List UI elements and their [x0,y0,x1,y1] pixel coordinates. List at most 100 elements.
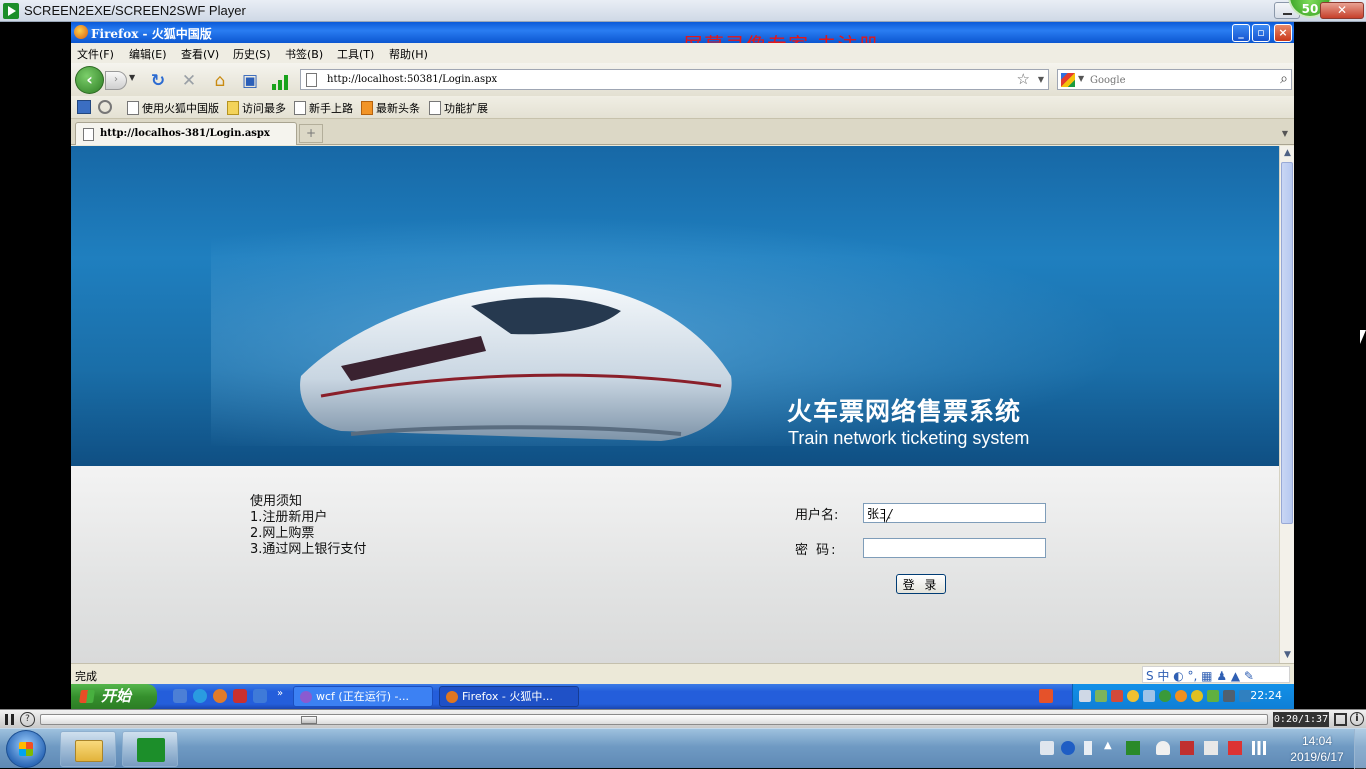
url-text[interactable]: http://localhost:50381/Login.aspx [327,74,497,85]
show-hidden-icons[interactable]: ▲ [1104,740,1112,751]
sidebar-icon[interactable] [77,100,91,114]
menu-bookmarks[interactable]: 书签(B) [285,46,323,62]
taskbar-task-wcf[interactable]: wcf (正在运行) -... [293,686,433,707]
url-bar[interactable]: http://localhost:50381/Login.aspx ☆ ▼ [300,69,1049,90]
home-icon[interactable]: ⌂ [210,71,230,91]
quicklaunch-ie-icon[interactable] [193,689,207,703]
vertical-scrollbar[interactable]: ▲ ▼ [1279,146,1294,663]
page-content: 火车票网络售票系统 Train network ticketing system… [71,146,1279,663]
navigation-toolbar: ‹ › ▼ ↻ ✕ ⌂ ▣ http://localhost:50381/Log… [71,63,1294,96]
menu-edit[interactable]: 编辑(E) [129,46,167,62]
bookmark-item[interactable]: 使用火狐中国版 [126,100,219,116]
about-button[interactable]: ? [20,712,35,727]
quicklaunch-app-icon[interactable] [253,689,267,703]
firefox-minimize-button[interactable]: _ [1232,24,1250,42]
signal-icon[interactable] [1252,741,1266,755]
quicklaunch-desktop-icon[interactable] [173,689,187,703]
google-icon[interactable] [1061,73,1075,87]
tray-icon[interactable] [1111,690,1123,702]
search-magnifier-icon[interactable]: ⌕ [1280,71,1288,87]
xp-start-button[interactable]: 开始 [71,684,157,709]
firefox-maximize-button[interactable]: ▫ [1252,24,1270,42]
scroll-down-icon[interactable]: ▼ [1280,648,1294,663]
history-dropdown-icon[interactable]: ▼ [129,73,135,82]
firefox-icon [446,691,458,703]
help-icon[interactable] [1061,741,1075,755]
pause-button[interactable] [2,712,17,727]
seek-thumb[interactable] [301,716,317,724]
tray-icon[interactable] [1239,690,1251,702]
login-button[interactable]: 登 录 [896,574,946,594]
search-bar[interactable]: ▼ ⌕ [1057,69,1292,90]
reload-icon[interactable]: ↻ [148,71,168,91]
stop-icon[interactable]: ✕ [179,71,199,91]
network-error-icon[interactable] [1228,741,1242,755]
tray-icon[interactable] [1175,690,1187,702]
speaker-muted-icon[interactable] [1204,741,1218,755]
menu-view[interactable]: 查看(V) [181,46,219,62]
firefox-close-button[interactable]: × [1274,24,1292,42]
qq-icon[interactable] [1127,690,1139,702]
search-engine-dropdown-icon[interactable]: ▼ [1078,74,1084,83]
menu-tools[interactable]: 工具(T) [337,46,374,62]
taskbar-task-firefox[interactable]: Firefox - 火狐中... [439,686,579,707]
info-icon[interactable]: i [1350,712,1364,726]
sogou-icon[interactable] [1039,689,1053,703]
forward-button[interactable]: › [105,71,127,90]
tray-app-icon[interactable] [1180,741,1194,755]
keyboard-icon[interactable] [1040,741,1054,755]
tray-app-icon[interactable] [1126,741,1140,755]
quicklaunch-firefox-icon[interactable] [213,689,227,703]
monitor-icon[interactable] [1223,690,1235,702]
password-input[interactable] [863,538,1046,558]
task-label: wcf (正在运行) -... [316,690,409,703]
star-icon[interactable]: ☆ [1017,70,1030,88]
bookmark-item[interactable]: 功能扩展 [428,100,488,116]
player-close-button[interactable]: ✕ [1320,2,1364,19]
status-bar: 完成 S 中 ◐ °, ▦ ♟ ▲ ✎ [71,663,1294,684]
train-image [300,284,732,441]
fullscreen-icon[interactable] [1334,713,1347,726]
tray-icon[interactable] [1207,690,1219,702]
url-dropdown-icon[interactable]: ▼ [1038,75,1044,84]
tray-icon[interactable] [1079,690,1091,702]
show-desktop-button[interactable] [1354,729,1366,769]
scroll-up-icon[interactable]: ▲ [1280,146,1294,161]
new-tab-button[interactable]: + [299,124,323,143]
mouse-cursor-icon [885,509,892,523]
windows-start-button[interactable] [6,730,46,768]
pinned-player-button[interactable] [122,731,178,767]
back-button[interactable]: ‹ [75,66,104,94]
scroll-thumb[interactable] [1281,162,1293,524]
firefox-icon [74,25,88,39]
notification-bell-icon[interactable] [1156,741,1170,755]
banner: 火车票网络售票系统 Train network ticketing system [71,146,1279,466]
menu-file[interactable]: 文件(F) [77,46,114,62]
pen-icon[interactable] [1084,741,1092,755]
clock-icon[interactable] [98,100,112,114]
search-input[interactable] [1090,72,1270,88]
notice-line: 3.通过网上银行支付 [250,542,367,557]
quicklaunch-app-icon[interactable] [233,689,247,703]
quicklaunch-more-icon[interactable]: » [277,688,283,699]
bookmark-item[interactable]: 最新头条 [360,100,420,116]
bookmark-item[interactable]: 访问最多 [226,100,286,116]
tray-icon[interactable] [1159,690,1171,702]
menu-help[interactable]: 帮助(H) [389,46,428,62]
seek-bar[interactable] [40,714,1268,725]
tray-icon[interactable] [1191,690,1203,702]
tab-bar: http://localhos-381/Login.aspx + ▼ [71,119,1294,145]
network-icon[interactable] [1143,690,1155,702]
tab-login[interactable]: http://localhos-381/Login.aspx [75,122,297,145]
bookmark-manager-icon[interactable]: ▣ [240,71,260,91]
pinned-explorer-button[interactable] [60,731,116,767]
ime-toolbar[interactable]: S 中 ◐ °, ▦ ♟ ▲ ✎ [1142,666,1290,683]
bookmark-item[interactable]: 新手上路 [293,100,353,116]
player-controls: ? 0:20/1:37 i [0,709,1366,728]
tab-list-dropdown-icon[interactable]: ▼ [1278,124,1292,143]
tray-icon[interactable] [1095,690,1107,702]
player-title: SCREEN2EXE/SCREEN2SWF Player [24,3,246,18]
win7-clock[interactable]: 14:04 2019/6/17 [1282,733,1352,765]
signal-bars-icon[interactable] [270,71,292,91]
menu-history[interactable]: 历史(S) [233,46,271,62]
